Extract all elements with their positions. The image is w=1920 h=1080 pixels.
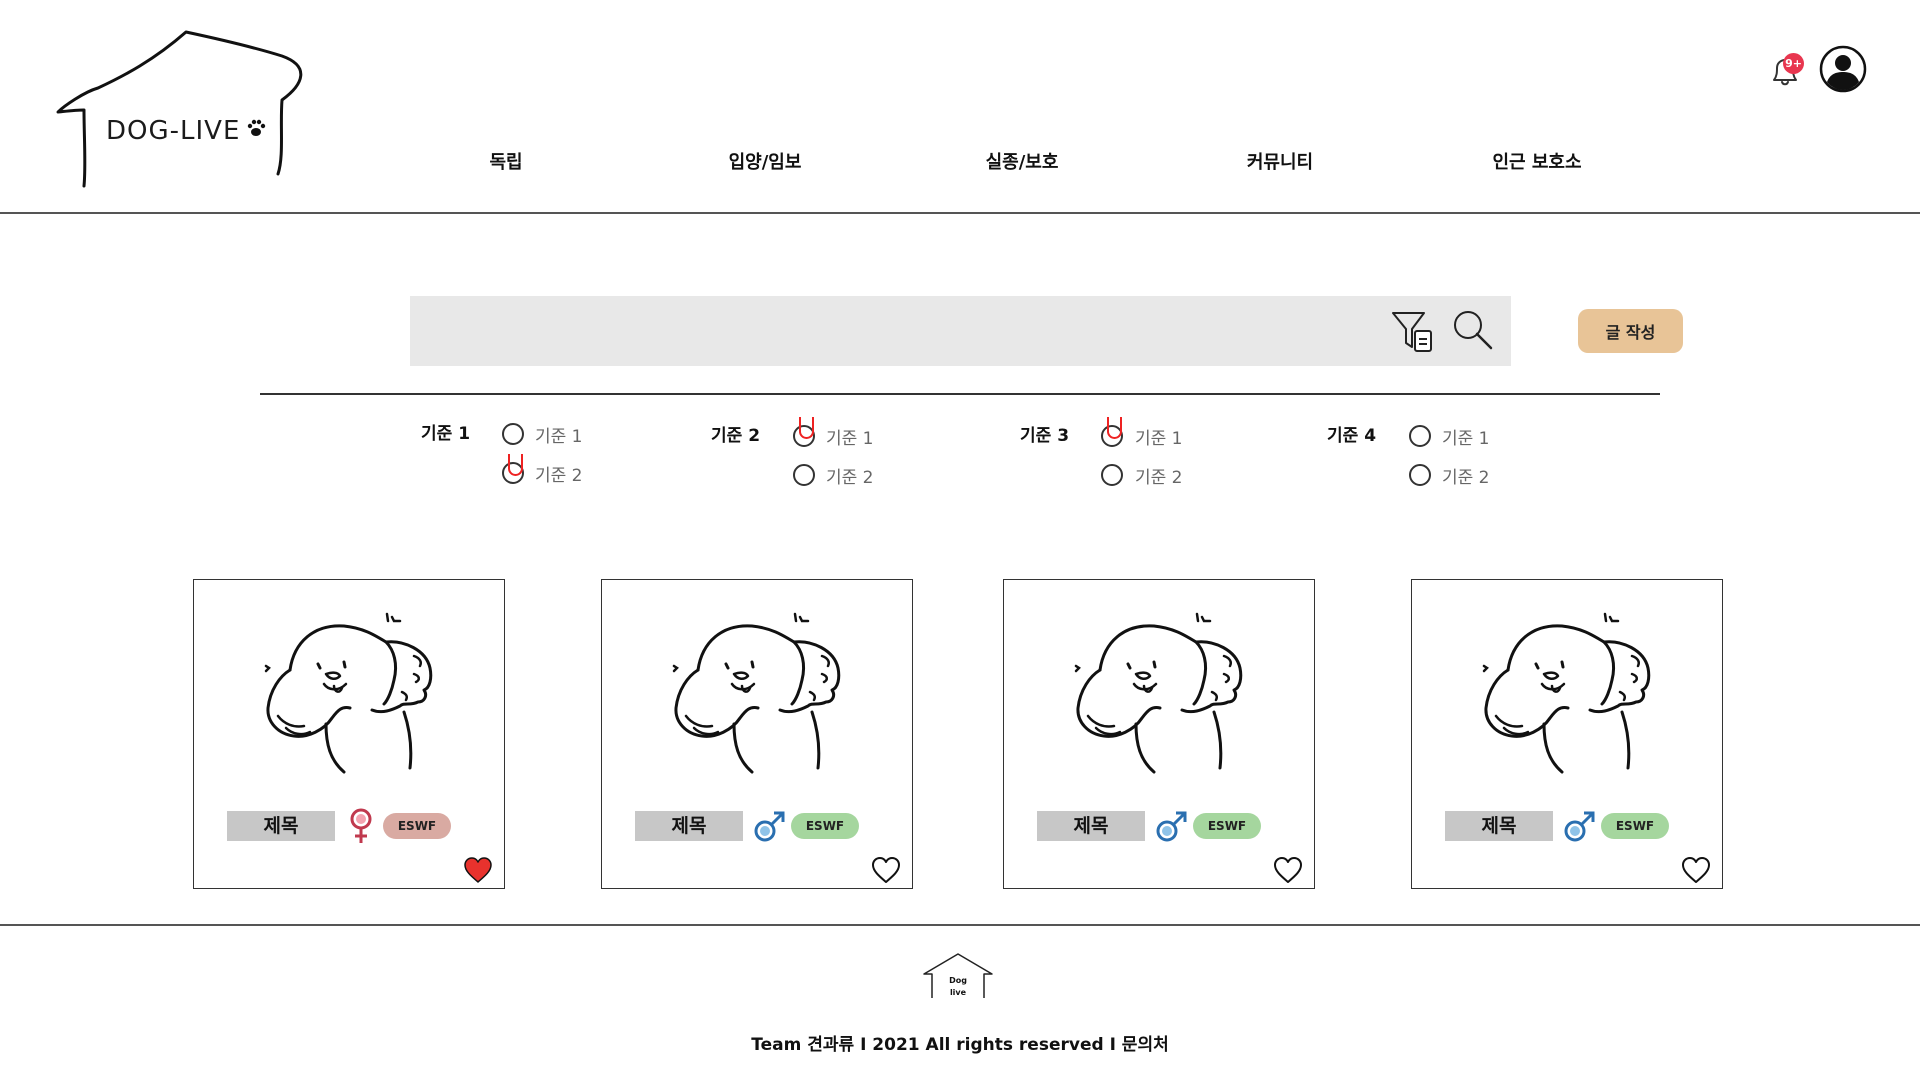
filter-4-option-1-radio[interactable]: [1409, 425, 1431, 447]
write-post-button[interactable]: 글 작성: [1578, 309, 1683, 353]
footer-divider: [0, 924, 1920, 926]
filter-icon[interactable]: [1390, 309, 1436, 355]
filter-1-option-1-radio[interactable]: [502, 423, 524, 445]
male-icon: [1156, 811, 1187, 842]
heart-filled-icon[interactable]: [463, 856, 493, 884]
filter-3-option-1-label: 기준 1: [1135, 429, 1183, 449]
card-title: 제목: [1037, 811, 1145, 841]
heart-outline-icon[interactable]: [1273, 856, 1303, 884]
dog-illustration: [264, 612, 433, 774]
filter-2-option-1-label: 기준 1: [826, 429, 874, 449]
filter-2-option-1-radio[interactable]: [793, 417, 815, 447]
personality-badge: ESWF: [1193, 813, 1261, 839]
filter-3-option-2-label: 기준 2: [1135, 468, 1183, 488]
pet-card[interactable]: 제목 ESWF: [601, 579, 913, 889]
search-input[interactable]: [410, 296, 1511, 366]
avatar[interactable]: [1818, 44, 1868, 94]
filter-title-4: 기준 4: [1327, 426, 1377, 446]
personality-badge: ESWF: [791, 813, 859, 839]
dog-illustration: [672, 612, 841, 774]
male-icon: [1564, 811, 1595, 842]
card-title: 제목: [1445, 811, 1553, 841]
dog-illustration: [1074, 612, 1243, 774]
card-title: 제목: [635, 811, 743, 841]
header-divider: [0, 212, 1920, 214]
heart-outline-icon[interactable]: [1681, 856, 1711, 884]
filter-title-2: 기준 2: [711, 426, 761, 446]
filter-1-option-2-radio[interactable]: [502, 454, 524, 484]
nav-item-adoption[interactable]: 입양/임보: [729, 148, 802, 174]
filter-3-option-1-radio[interactable]: [1101, 417, 1123, 447]
filter-4-option-1-label: 기준 1: [1442, 429, 1490, 449]
filter-2-option-2-label: 기준 2: [826, 468, 874, 488]
logo[interactable]: DOG-LIVE: [54, 26, 310, 190]
male-icon: [754, 811, 785, 842]
nav-item-independence[interactable]: 독립: [489, 148, 522, 174]
filter-4-option-2-label: 기준 2: [1442, 468, 1490, 488]
search-icon[interactable]: [1452, 309, 1494, 351]
nav-item-nearby-shelter[interactable]: 인근 보호소: [1492, 148, 1581, 174]
card-title: 제목: [227, 811, 335, 841]
pet-card[interactable]: 제목 ESWF: [1003, 579, 1315, 889]
nav-item-missing[interactable]: 실종/보호: [986, 148, 1059, 174]
filter-2-option-2-radio[interactable]: [793, 464, 815, 486]
filter-title-1: 기준 1: [421, 424, 471, 444]
dog-illustration: [1482, 612, 1651, 774]
brand-name: DOG-LIVE: [106, 116, 241, 146]
filter-4-option-2-radio[interactable]: [1409, 464, 1431, 486]
filter-title-3: 기준 3: [1020, 426, 1070, 446]
pet-card[interactable]: 제목 ESWF: [193, 579, 505, 889]
footer-copyright: Team 견과류 I 2021 All rights reserved I 문의…: [751, 1035, 1169, 1055]
filter-1-option-1-label: 기준 1: [535, 427, 583, 447]
filter-divider: [260, 393, 1660, 395]
filter-3-option-2-radio[interactable]: [1101, 464, 1123, 486]
pet-card[interactable]: 제목 ESWF: [1411, 579, 1723, 889]
footer-logo-text: Dog live: [949, 976, 967, 997]
filter-1-option-2-label: 기준 2: [535, 466, 583, 486]
female-icon: [350, 808, 372, 843]
nav-item-community[interactable]: 커뮤니티: [1247, 148, 1313, 174]
house-logo-icon: [56, 30, 303, 188]
personality-badge: ESWF: [1601, 813, 1669, 839]
personality-badge: ESWF: [383, 813, 451, 839]
heart-outline-icon[interactable]: [871, 856, 901, 884]
notification-badge: 9+: [1783, 53, 1804, 74]
